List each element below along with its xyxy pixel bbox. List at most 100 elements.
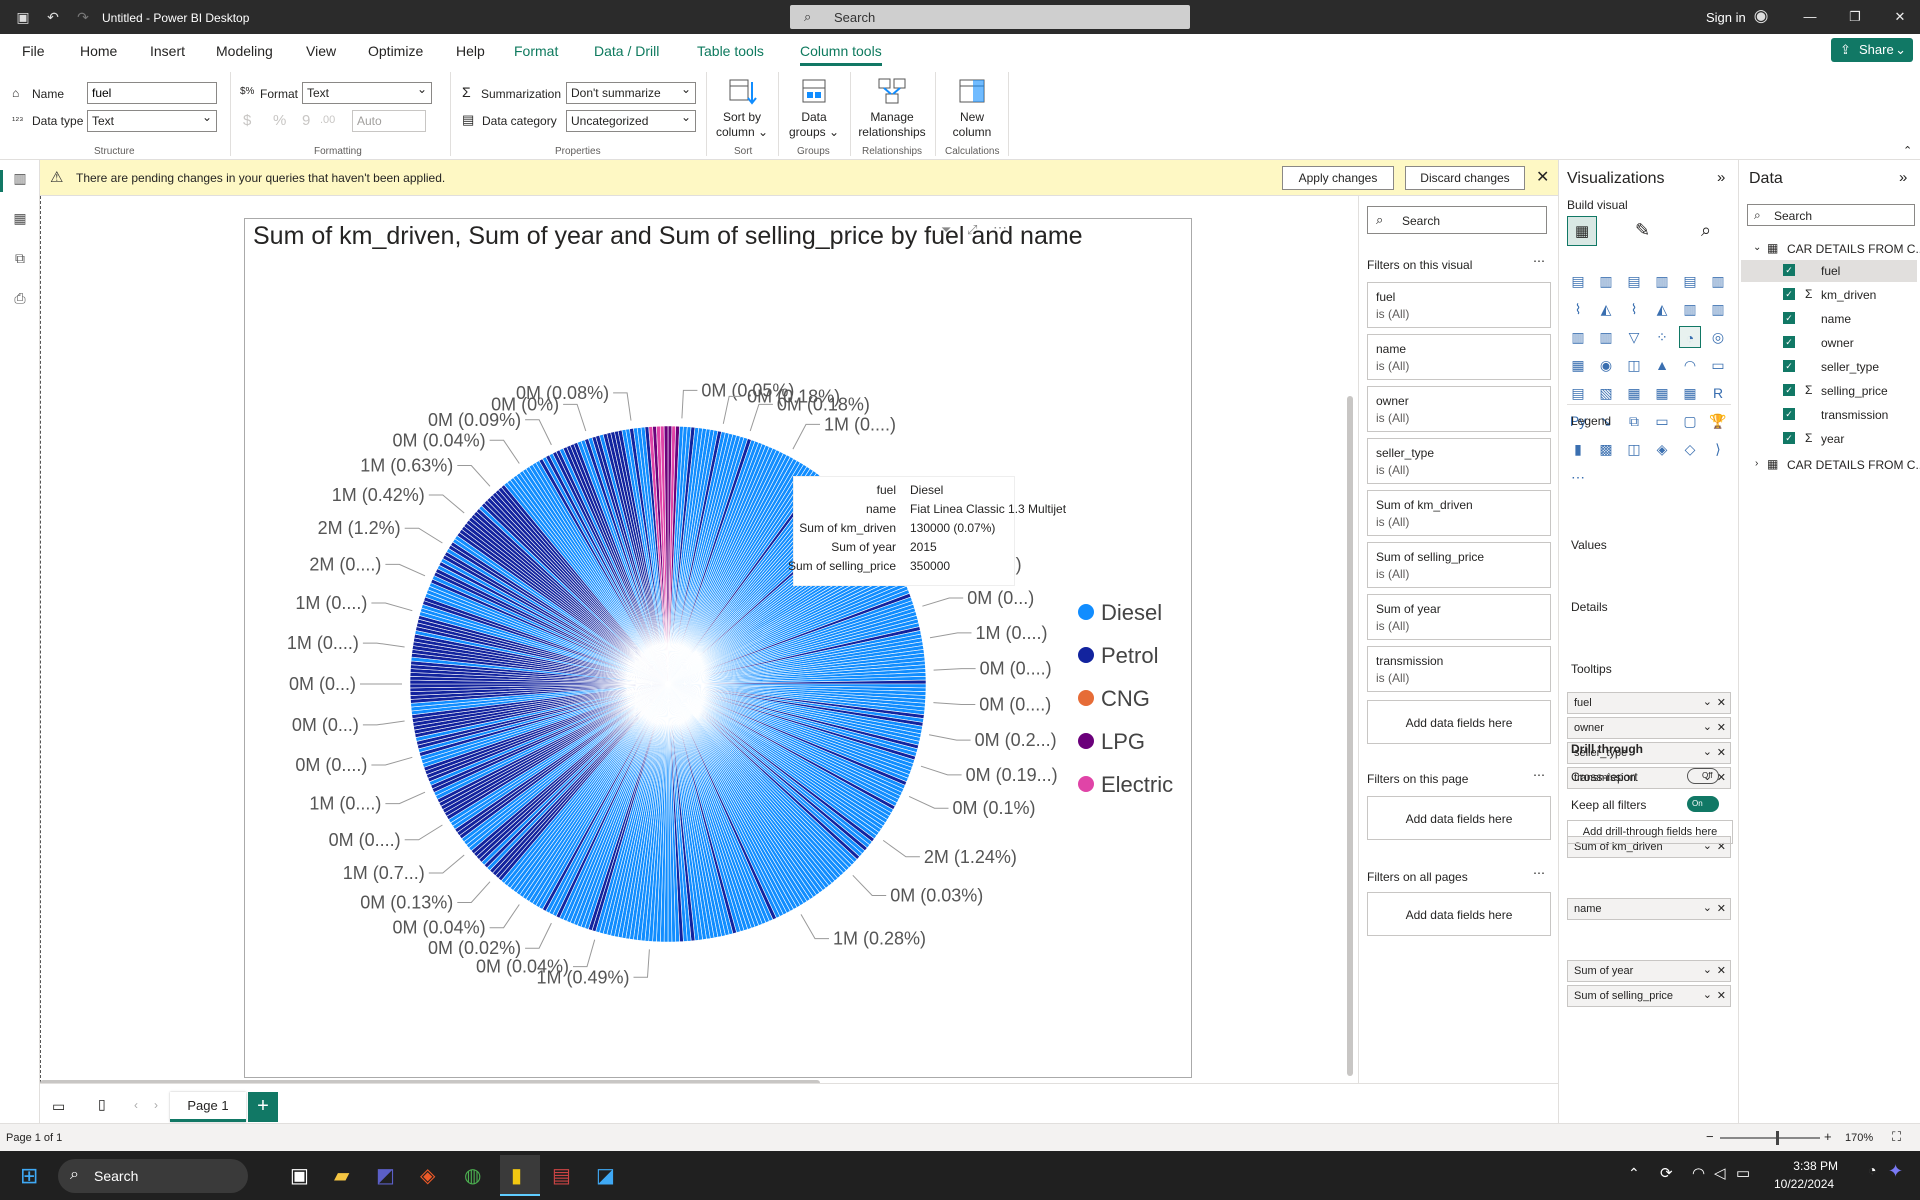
add-visual-filter-field[interactable]: Add data fields here bbox=[1367, 700, 1551, 744]
visual-type-icon[interactable]: ◇ bbox=[1679, 438, 1701, 460]
filter-card[interactable]: Sum of km_driven is (All) bbox=[1367, 490, 1551, 536]
desktop-layout-icon[interactable]: ▭ bbox=[52, 1098, 65, 1115]
well-field[interactable]: owner ⌄ ✕ bbox=[1567, 717, 1731, 739]
visual-type-icon[interactable]: ▲ bbox=[1651, 354, 1673, 376]
visual-type-icon[interactable]: ⁘ bbox=[1651, 326, 1673, 348]
visual-type-icon[interactable]: ▭ bbox=[1651, 410, 1673, 432]
chevron-down-icon[interactable]: ⌄ bbox=[1703, 745, 1712, 758]
visual-type-icon[interactable]: ◭ bbox=[1651, 298, 1673, 320]
dax-query-view-icon[interactable]: ⎙ bbox=[10, 290, 30, 310]
table-name[interactable]: CAR DETAILS FROM C... bbox=[1787, 458, 1920, 472]
filter-card[interactable]: owner is (All) bbox=[1367, 386, 1551, 432]
remove-field-icon[interactable]: ✕ bbox=[1717, 989, 1726, 1002]
visual-type-icon[interactable]: R bbox=[1707, 382, 1729, 404]
undo-icon[interactable]: ↶ bbox=[44, 8, 62, 26]
table-name[interactable]: CAR DETAILS FROM C... bbox=[1787, 242, 1920, 256]
data-type-select[interactable]: Text bbox=[87, 110, 217, 132]
visual-type-icon[interactable]: 🏆 bbox=[1707, 410, 1729, 432]
visual-type-icon[interactable]: ◫ bbox=[1623, 438, 1645, 460]
visual-type-icon[interactable]: ▦ bbox=[1623, 382, 1645, 404]
filter-card[interactable]: Sum of year is (All) bbox=[1367, 594, 1551, 640]
visual-type-icon[interactable]: ▩ bbox=[1595, 438, 1617, 460]
menu-optimize[interactable]: Optimize bbox=[368, 43, 423, 59]
windows-start-icon[interactable]: ⊞ bbox=[20, 1163, 38, 1189]
discard-changes-button[interactable]: Discard changes bbox=[1405, 166, 1525, 190]
legend-item[interactable]: CNG bbox=[1101, 686, 1150, 711]
add-all-pages-filter-field[interactable]: Add data fields here bbox=[1367, 892, 1551, 936]
visual-type-icon[interactable]: ▤ bbox=[1567, 270, 1589, 292]
file-explorer-icon[interactable]: ▰ bbox=[334, 1163, 349, 1188]
task-view-icon[interactable]: ▣ bbox=[290, 1163, 309, 1188]
save-icon[interactable]: ▣ bbox=[14, 8, 32, 26]
visual-type-icon[interactable]: ▦ bbox=[1567, 354, 1589, 376]
chevron-up-icon[interactable]: ⌃ bbox=[1628, 1165, 1640, 1182]
visual-type-icon[interactable]: ◭ bbox=[1595, 298, 1617, 320]
mobile-layout-icon[interactable]: ▯ bbox=[98, 1096, 106, 1113]
remove-field-icon[interactable]: ✕ bbox=[1717, 696, 1726, 709]
add-page-filter-field[interactable]: Add data fields here bbox=[1367, 796, 1551, 840]
visual-type-icon[interactable]: ⌇ bbox=[1623, 298, 1645, 320]
menu-format[interactable]: Format bbox=[514, 43, 558, 59]
next-page-icon[interactable]: › bbox=[154, 1098, 158, 1112]
sign-in-link[interactable]: Sign in bbox=[1706, 10, 1746, 25]
new-column-button[interactable]: New column bbox=[942, 76, 1002, 140]
account-icon[interactable]: ◉ bbox=[1752, 7, 1770, 25]
checkbox[interactable]: ✓ bbox=[1783, 336, 1795, 348]
chevron-down-icon[interactable]: ⌄ bbox=[1703, 963, 1712, 976]
table-view-icon[interactable]: ▦ bbox=[10, 210, 30, 230]
data-groups-button[interactable]: Data groups ⌄ bbox=[782, 76, 846, 140]
visual-type-icon[interactable]: ▦ bbox=[1651, 382, 1673, 404]
visual-type-icon[interactable]: ◔ bbox=[1679, 326, 1701, 348]
visual-type-icon[interactable]: ▥ bbox=[1679, 298, 1701, 320]
restore-button[interactable]: ❐ bbox=[1840, 6, 1870, 28]
checkbox[interactable]: ✓ bbox=[1783, 408, 1795, 420]
build-visual-tab[interactable]: ▦ bbox=[1567, 216, 1597, 246]
chevron-down-icon[interactable]: ⌄ bbox=[1703, 720, 1712, 733]
visual-type-icon[interactable]: ▤ bbox=[1623, 270, 1645, 292]
chevron-down-icon[interactable]: ⌄ bbox=[1753, 242, 1761, 253]
summarization-select[interactable]: Don't summarize bbox=[566, 82, 696, 104]
collapse-ribbon-icon[interactable]: ⌃ bbox=[1903, 144, 1912, 157]
apply-changes-button[interactable]: Apply changes bbox=[1282, 166, 1394, 190]
filter-card[interactable]: Sum of selling_price is (All) bbox=[1367, 542, 1551, 588]
chevron-right-icon[interactable]: › bbox=[1755, 458, 1758, 469]
visual-type-icon[interactable]: ◎ bbox=[1707, 326, 1729, 348]
prev-page-icon[interactable]: ‹ bbox=[134, 1098, 138, 1112]
menu-help[interactable]: Help bbox=[456, 43, 485, 59]
visual-type-icon[interactable]: ◉ bbox=[1595, 354, 1617, 376]
visual-type-icon[interactable]: ▦ bbox=[1679, 382, 1701, 404]
chevron-down-icon[interactable]: ⌄ bbox=[1703, 988, 1712, 1001]
format-visual-icon[interactable]: ✎ bbox=[1635, 220, 1650, 241]
visual-type-icon[interactable]: ▥ bbox=[1595, 270, 1617, 292]
field-seller_type[interactable]: seller_type bbox=[1821, 360, 1879, 374]
visual-type-icon[interactable]: ▮ bbox=[1567, 438, 1589, 460]
remove-field-icon[interactable]: ✕ bbox=[1717, 964, 1726, 977]
sort-by-column-button[interactable]: Sort by column ⌄ bbox=[710, 76, 774, 140]
field-transmission[interactable]: transmission bbox=[1821, 408, 1888, 422]
more-options-icon[interactable]: ⋯ bbox=[1533, 768, 1545, 782]
well-field[interactable]: Sum of year ⌄ ✕ bbox=[1567, 960, 1731, 982]
chevron-down-icon[interactable]: ⌄ bbox=[1703, 901, 1712, 914]
menu-data-drill[interactable]: Data / Drill bbox=[594, 43, 659, 59]
more-options-icon[interactable]: ⋯ bbox=[1533, 254, 1545, 268]
tab-page-1[interactable]: Page 1 bbox=[170, 1092, 246, 1122]
legend-item[interactable]: Petrol bbox=[1101, 643, 1158, 668]
filter-card[interactable]: name is (All) bbox=[1367, 334, 1551, 380]
checkbox[interactable]: ✓ bbox=[1783, 264, 1795, 276]
visual-type-icon[interactable]: ▢ bbox=[1679, 410, 1701, 432]
visual-type-icon[interactable]: ▤ bbox=[1679, 270, 1701, 292]
checkbox[interactable]: ✓ bbox=[1783, 312, 1795, 324]
checkbox[interactable]: ✓ bbox=[1783, 432, 1795, 444]
collapse-pane-icon[interactable]: » bbox=[1717, 169, 1725, 186]
visual-type-icon[interactable]: ⌇ bbox=[1567, 298, 1589, 320]
zoom-slider[interactable] bbox=[1720, 1137, 1820, 1139]
zoom-slider-thumb[interactable] bbox=[1776, 1131, 1779, 1145]
more-options-icon[interactable]: ⋯ bbox=[1533, 866, 1545, 880]
add-page-button[interactable]: + bbox=[248, 1092, 278, 1122]
close-window-button[interactable]: ✕ bbox=[1885, 6, 1915, 28]
remove-field-icon[interactable]: ✕ bbox=[1717, 746, 1726, 759]
visual-type-icon[interactable]: ▥ bbox=[1567, 326, 1589, 348]
battery-icon[interactable]: ▭ bbox=[1736, 1164, 1750, 1182]
menu-view[interactable]: View bbox=[306, 43, 336, 59]
brave-icon[interactable]: ◈ bbox=[420, 1163, 435, 1188]
